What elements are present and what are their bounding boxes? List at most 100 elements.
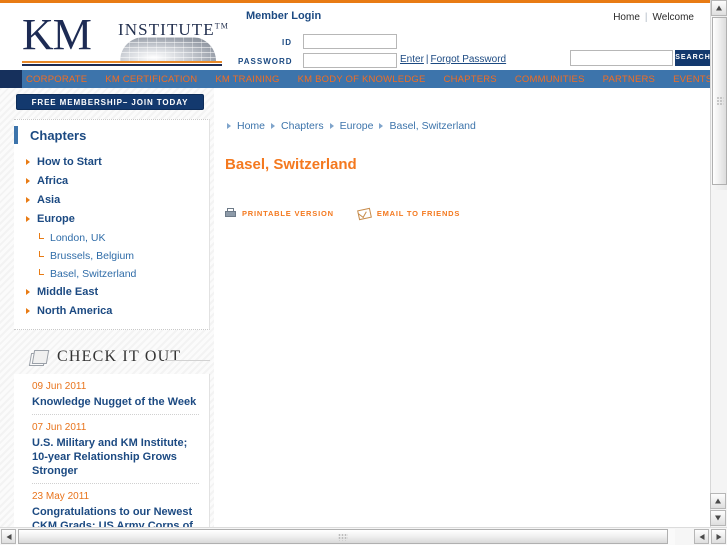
breadcrumb-europe[interactable]: Europe [340,120,374,132]
top-link-welcome[interactable]: Welcome [653,12,695,23]
item-date: 09 Jun 2011 [32,381,87,392]
item-title[interactable]: Knowledge Nugget of the Week [32,395,199,409]
sidebar-item-africa[interactable]: Africa [14,172,209,191]
breadcrumb-chapters[interactable]: Chapters [281,120,324,132]
logo-underline-navy [22,64,222,66]
list-item[interactable]: 07 Jun 2011 U.S. Military and KM Institu… [32,422,199,483]
sidebar-subitem-brussels-belgium[interactable]: Brussels, Belgium [14,247,209,265]
password-input[interactable] [303,53,397,68]
nav-item-km-body-of-knowledge[interactable]: KM BODY OF KNOWLEDGE [298,74,426,85]
site-header: KM INSTITUTETM Member Login ID PASSWORD … [0,0,710,71]
list-item[interactable]: 09 Jun 2011 Knowledge Nugget of the Week [32,381,199,414]
tree-elbow-icon [39,233,44,239]
enter-link[interactable]: Enter [400,54,424,65]
chevron-right-icon [26,308,30,314]
tree-elbow-icon [39,269,44,275]
sidebar-item-label: Europe [37,213,75,225]
sidebar-subitem-basel-switzerland[interactable]: Basel, Switzerland [14,265,209,283]
id-label: ID [282,38,292,47]
breadcrumb-current: Basel, Switzerland [389,120,476,132]
nav-item-km-training[interactable]: KM TRAINING [215,74,279,85]
chevron-right-icon [329,123,334,129]
item-title[interactable]: Congratulations to our Newest CKM Grads:… [32,505,199,527]
scroll-up-button-bottom[interactable] [710,493,726,509]
scroll-right-button[interactable] [711,529,726,544]
scrollbar-grip-icon [338,533,348,540]
nav-item-communities[interactable]: COMMUNITIES [515,74,585,85]
nav-item-km-certification[interactable]: KM CERTIFICATION [105,74,197,85]
page-title: Basel, Switzerland [225,156,357,173]
content-panel [214,88,710,527]
sidebar-item-how-to-start[interactable]: How to Start [14,153,209,172]
chevron-right-icon [379,123,384,129]
chevron-right-icon [227,123,231,129]
envelope-icon [356,207,372,220]
arrow-up-icon [715,498,721,504]
forgot-password-link[interactable]: Forgot Password [431,54,507,65]
password-label: PASSWORD [238,57,293,66]
arrow-down-icon [715,515,721,521]
nav-left-cap [0,70,22,88]
vertical-scrollbar-thumb[interactable] [712,17,727,185]
check-it-out-header: CHECK IT OUT [14,348,210,374]
sidebar-subitem-label: Basel, Switzerland [50,268,137,280]
left-sidebar: FREE MEMBERSHIP– JOIN TODAY Chapters How… [14,94,214,527]
vertical-scroll-buttons [710,493,727,527]
vertical-scrollbar[interactable] [710,0,727,527]
page-canvas: KM INSTITUTETM Member Login ID PASSWORD … [0,0,710,527]
documents-icon [28,350,52,367]
item-title[interactable]: U.S. Military and KM Institute; 10-year … [32,436,199,478]
check-it-out-list: 09 Jun 2011 Knowledge Nugget of the Week… [14,374,210,527]
scroll-up-button[interactable] [711,0,727,16]
breadcrumb: Home Chapters Europe Basel, Switzerland [225,120,480,132]
printable-version-label: PRINTABLE VERSION [242,209,334,218]
scroll-down-button[interactable] [710,510,726,526]
email-to-friends-label: EMAIL TO FRIENDS [376,209,461,218]
horizontal-scrollbar-thumb[interactable] [18,529,668,544]
sidebar-item-label: Middle East [37,286,99,298]
search-input[interactable] [570,50,673,66]
sidebar-item-asia[interactable]: Asia [14,191,209,210]
nav-items: CORPORATE KM CERTIFICATION KM TRAINING K… [26,70,710,88]
scroll-left-button[interactable] [1,529,16,544]
top-right-nav: Home | Welcome [613,12,694,23]
top-nav-separator: | [644,12,648,23]
logo-underline-orange [22,61,222,63]
search-button[interactable]: SEARCH [675,50,710,66]
nav-item-corporate[interactable]: CORPORATE [26,74,87,85]
sidebar-item-label: Asia [37,194,61,206]
nav-item-events[interactable]: EVENTS [673,74,710,85]
sidebar-item-middle-east[interactable]: Middle East [14,283,209,302]
sidebar-item-north-america[interactable]: North America [14,302,209,321]
sidebar-item-europe[interactable]: Europe [14,210,209,229]
sidebar-subitem-label: London, UK [50,232,106,244]
chevron-right-icon [26,289,30,295]
arrow-right-icon [716,533,721,540]
nav-item-chapters[interactable]: CHAPTERS [444,74,497,85]
top-link-home[interactable]: Home [613,12,640,23]
globe-icon [120,37,216,61]
chapters-heading: Chapters [14,126,209,144]
site-logo[interactable]: KM INSTITUTETM [22,13,228,66]
free-membership-button[interactable]: FREE MEMBERSHIP– JOIN TODAY [16,94,204,110]
id-input[interactable] [303,34,397,49]
scrollbar-grip-icon [716,96,723,106]
scroll-left-button-right[interactable] [694,529,709,544]
email-to-friends-button[interactable]: EMAIL TO FRIENDS [356,207,461,220]
logo-trademark: TM [214,21,229,31]
sidebar-subitem-label: Brussels, Belgium [50,250,135,262]
nav-item-partners[interactable]: PARTNERS [603,74,655,85]
chevron-right-icon [26,178,30,184]
item-date: 07 Jun 2011 [32,422,87,433]
link-separator: | [425,54,429,65]
printable-version-button[interactable]: PRINTABLE VERSION [225,208,334,219]
list-divider [32,483,199,484]
sidebar-item-label: How to Start [37,156,102,168]
list-item[interactable]: 23 May 2011 Congratulations to our Newes… [32,491,199,527]
sidebar-subitem-london-uk[interactable]: London, UK [14,229,209,247]
check-it-out-rule [164,360,210,361]
breadcrumb-home[interactable]: Home [237,120,265,132]
arrow-left-icon [699,533,704,540]
sidebar-item-label: North America [37,305,113,317]
horizontal-scrollbar[interactable] [0,527,727,545]
